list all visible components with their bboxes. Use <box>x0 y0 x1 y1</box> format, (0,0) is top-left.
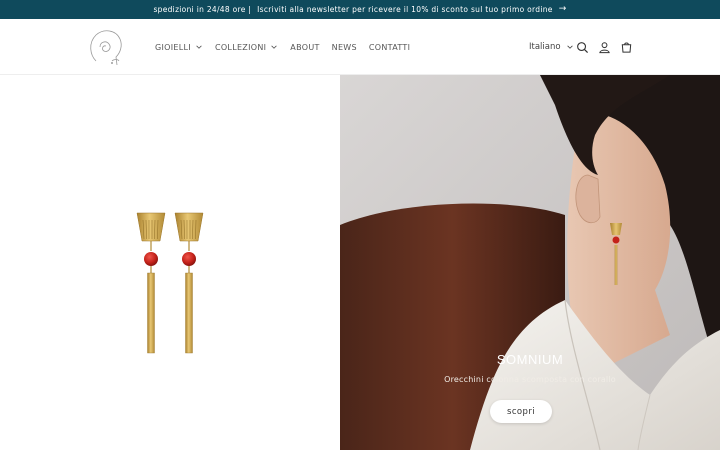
nav-label: CONTATTI <box>368 42 411 52</box>
chevron-down-icon <box>271 45 277 49</box>
model-image[interactable]: SOMNIUM Orecchini colonna scomposta con … <box>340 75 720 450</box>
announcement-bar: spedizioni in 24/48 ore | Iscriviti alla… <box>0 0 720 19</box>
nav-contatti[interactable]: CONTATTI <box>369 43 410 52</box>
language-label: Italiano <box>529 42 561 52</box>
hero-banner: SOMNIUM Orecchini colonna scomposta con … <box>0 75 720 450</box>
brand-logo[interactable] <box>82 25 130 71</box>
product-image[interactable] <box>0 75 340 450</box>
main-nav: GIOIELLI COLLEZIONI ABOUT NEWS CONTATTI <box>155 19 410 75</box>
hero-caption: SOMNIUM Orecchini colonna scomposta con … <box>340 352 720 384</box>
discover-button[interactable]: scopri <box>490 400 552 423</box>
nav-label: GIOIELLI <box>155 42 191 52</box>
nav-about[interactable]: ABOUT <box>290 43 319 52</box>
shipping-text: spedizioni in 24/48 ore | <box>153 5 252 14</box>
account-icon[interactable] <box>597 40 611 54</box>
newsletter-link[interactable]: Iscriviti alla newsletter per ricevere i… <box>257 5 553 14</box>
hero-title: SOMNIUM <box>496 352 564 367</box>
nav-collezioni[interactable]: COLLEZIONI <box>215 43 278 52</box>
arrow-right-icon[interactable]: → <box>559 5 567 14</box>
language-selector[interactable]: Italiano <box>529 19 574 75</box>
earring-left <box>136 212 166 354</box>
site-header: GIOIELLI COLLEZIONI ABOUT NEWS CONTATTI … <box>0 19 720 75</box>
nav-label: ABOUT <box>290 42 320 52</box>
cart-icon[interactable] <box>619 40 633 54</box>
nav-label: NEWS <box>331 42 357 52</box>
chevron-down-icon <box>566 45 573 49</box>
nav-news[interactable]: NEWS <box>332 43 357 52</box>
nav-label: COLLEZIONI <box>214 42 267 52</box>
earring-right <box>174 212 204 354</box>
hero-subtitle: Orecchini colonna scomposta con corallo <box>444 375 616 384</box>
nav-gioielli[interactable]: GIOIELLI <box>155 43 203 52</box>
chevron-down-icon <box>196 45 202 49</box>
search-icon[interactable] <box>575 40 589 54</box>
